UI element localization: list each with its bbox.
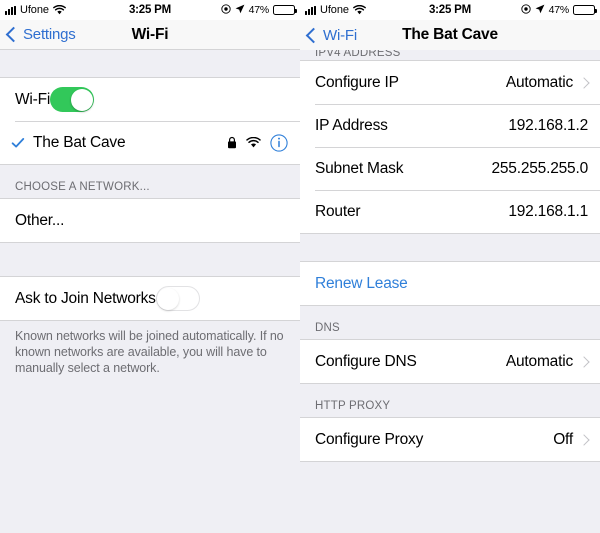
choose-network-group: Other... <box>0 198 300 243</box>
status-bar-right-left-group: Ufone <box>305 4 521 16</box>
spacer-above-ask-group <box>0 243 300 276</box>
signal-bars-icon <box>305 5 316 15</box>
status-bar-left: Ufone 3:25 PM 47% <box>0 0 300 20</box>
other-network-label: Other... <box>15 211 65 229</box>
chevron-left-icon <box>305 27 322 43</box>
chevron-right-icon <box>578 76 590 89</box>
subnet-mask-value: 255.255.255.0 <box>491 159 588 177</box>
wifi-icon <box>53 5 66 15</box>
ask-to-join-group: Ask to Join Networks <box>0 276 300 321</box>
status-bar-right: Ufone 3:25 PM 47% <box>300 0 600 20</box>
chevron-right-icon <box>578 355 590 368</box>
row-wifi-toggle[interactable]: Wi-Fi <box>0 78 300 121</box>
subnet-mask-label: Subnet Mask <box>315 159 404 177</box>
status-bar-right-group: 47% <box>220 3 297 17</box>
ip-address-label: IP Address <box>315 116 388 134</box>
back-button-label: Wi-Fi <box>323 26 357 44</box>
battery-icon <box>573 5 597 15</box>
configure-dns-value: Automatic <box>505 352 573 370</box>
router-value: 192.168.1.1 <box>508 202 588 220</box>
configure-ip-value: Automatic <box>505 73 573 91</box>
do-not-disturb-icon <box>220 3 231 17</box>
configure-proxy-value: Off <box>553 430 573 448</box>
renew-lease-group: Renew Lease <box>300 261 600 306</box>
network-row-accessories <box>227 133 288 152</box>
chevron-left-icon <box>5 26 22 43</box>
ask-to-join-label: Ask to Join Networks <box>15 289 156 307</box>
row-renew-lease[interactable]: Renew Lease <box>300 262 600 305</box>
battery-icon <box>273 5 297 15</box>
wifi-group: Wi-Fi The Bat Cave <box>0 77 300 165</box>
proxy-section-header: HTTP PROXY <box>315 400 391 412</box>
wifi-icon <box>353 5 366 15</box>
signal-bars-icon <box>5 5 16 15</box>
carrier-label: Ufone <box>320 4 349 16</box>
back-button-wifi[interactable]: Wi-Fi <box>305 26 357 44</box>
connected-network-name: The Bat Cave <box>33 133 126 151</box>
spacer-above-renew-lease <box>300 234 600 261</box>
row-ip-address[interactable]: IP Address 192.168.1.2 <box>300 104 600 147</box>
ask-to-join-footnote: Known networks will be joined automatica… <box>15 329 284 375</box>
choose-network-header: CHOOSE A NETWORK... <box>15 181 150 193</box>
configure-dns-label: Configure DNS <box>315 352 417 370</box>
network-detail-screen: Ufone 3:25 PM 47% Wi-Fi The Bat Cave IPV… <box>300 0 600 533</box>
status-bar-left-group: Ufone <box>5 4 221 16</box>
ipv4-section-header: IPV4 ADDRESS <box>300 50 600 60</box>
dual-screenshot-container: Ufone 3:25 PM 47% Settings Wi-Fi Wi-Fi T… <box>0 0 600 533</box>
row-configure-dns[interactable]: Configure DNS Automatic <box>300 340 600 383</box>
wifi-toggle-label: Wi-Fi <box>15 90 51 108</box>
checkmark-icon <box>11 136 25 150</box>
wifi-settings-screen: Ufone 3:25 PM 47% Settings Wi-Fi Wi-Fi T… <box>0 0 300 533</box>
status-bar-right-icons-group: 47% <box>520 3 597 17</box>
row-ask-to-join[interactable]: Ask to Join Networks <box>0 277 300 320</box>
wifi-signal-icon <box>246 137 261 148</box>
ask-to-join-toggle-switch[interactable] <box>155 286 200 311</box>
wifi-toggle-switch[interactable] <box>50 87 95 112</box>
configure-proxy-label: Configure Proxy <box>315 430 424 448</box>
dns-group: Configure DNS Automatic <box>300 339 600 384</box>
back-button-settings[interactable]: Settings <box>5 26 76 43</box>
carrier-label: Ufone <box>20 4 49 16</box>
location-arrow-icon <box>535 4 545 17</box>
nav-bar-right: Wi-Fi The Bat Cave <box>300 20 600 50</box>
row-configure-ip[interactable]: Configure IP Automatic <box>300 61 600 104</box>
battery-percent-label: 47% <box>248 4 270 16</box>
row-configure-proxy[interactable]: Configure Proxy Off <box>300 418 600 461</box>
renew-lease-label: Renew Lease <box>315 274 408 292</box>
info-button-icon[interactable] <box>270 133 288 152</box>
dns-section-header: DNS <box>315 322 340 334</box>
row-connected-network[interactable]: The Bat Cave <box>0 121 300 164</box>
router-label: Router <box>315 202 361 220</box>
do-not-disturb-icon <box>520 3 531 17</box>
ipv4-section-header-label: IPV4 ADDRESS <box>315 50 401 59</box>
row-subnet-mask[interactable]: Subnet Mask 255.255.255.0 <box>300 147 600 190</box>
location-arrow-icon <box>235 4 245 17</box>
configure-ip-label: Configure IP <box>315 73 399 91</box>
row-router[interactable]: Router 192.168.1.1 <box>300 190 600 233</box>
lock-icon <box>227 136 237 149</box>
ipv4-group: Configure IP Automatic IP Address 192.16… <box>300 60 600 234</box>
nav-bar-left: Settings Wi-Fi <box>0 20 300 50</box>
battery-percent-label: 47% <box>548 4 570 16</box>
spacer-above-wifi-group <box>0 50 300 77</box>
proxy-group: Configure Proxy Off <box>300 417 600 462</box>
ip-address-value: 192.168.1.2 <box>508 116 588 134</box>
back-button-label: Settings <box>23 26 76 43</box>
chevron-right-icon <box>578 433 590 446</box>
row-other-network[interactable]: Other... <box>0 199 300 242</box>
